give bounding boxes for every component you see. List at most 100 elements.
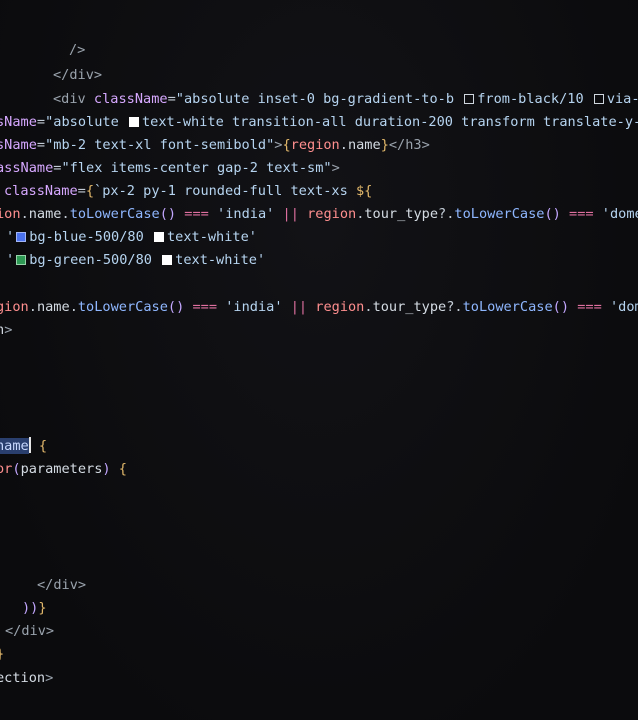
- code-token: >: [331, 160, 340, 176]
- code-line[interactable]: </div>: [5, 621, 54, 641]
- code-token: ||: [282, 206, 308, 222]
- code-token: </div>: [5, 623, 55, 639]
- code-token: .: [69, 299, 78, 315]
- code-token: .: [339, 137, 348, 153]
- color-swatch-icon: [464, 94, 475, 104]
- code-token: name: [28, 206, 62, 222]
- code-token: (: [12, 461, 21, 477]
- code-token: =: [167, 91, 176, 107]
- code-token: ?.: [446, 299, 463, 315]
- code-line[interactable]: name {: [0, 436, 47, 456]
- code-token: <div: [53, 91, 94, 107]
- code-token: {: [30, 438, 48, 454]
- code-line[interactable]: gion.name.toLowerCase() === 'india' || r…: [0, 297, 638, 317]
- code-token: tour_type: [372, 299, 447, 315]
- code-line[interactable]: </div>: [53, 65, 102, 85]
- code-token: </div>: [37, 577, 87, 593]
- code-line[interactable]: sName="mb-2 text-xl font-semibold">{regi…: [0, 135, 430, 155]
- code-token: region: [307, 206, 357, 222]
- code-line[interactable]: ion.name.toLowerCase() === 'india' || re…: [0, 204, 638, 224]
- code-token: (): [544, 206, 570, 222]
- code-token: text-white': [166, 229, 257, 245]
- code-token: ': [6, 252, 15, 268]
- code-token: gion: [0, 299, 29, 315]
- code-token: </h3>: [388, 137, 430, 153]
- code-token: >: [45, 670, 54, 686]
- code-line[interactable]: n>: [0, 320, 12, 340]
- code-token: assName: [0, 160, 54, 176]
- code-token: toLowerCase: [69, 206, 160, 222]
- code-token: (): [552, 299, 578, 315]
- code-line[interactable]: />: [69, 40, 85, 60]
- code-token: =: [77, 183, 86, 199]
- code-token: ===: [577, 299, 610, 315]
- code-token: region: [290, 137, 340, 153]
- code-token: region: [315, 299, 365, 315]
- code-line[interactable]: ))}: [22, 598, 47, 618]
- code-token: {: [85, 183, 95, 199]
- code-token: bg-blue-500/80: [29, 229, 152, 245]
- selected-token: name: [0, 438, 29, 454]
- code-token: text-white': [175, 252, 266, 268]
- code-token: tour_type: [364, 206, 439, 222]
- code-token: 'india': [225, 299, 291, 315]
- code-line[interactable]: sName="absolute text-white transition-al…: [0, 112, 638, 132]
- code-token: (): [159, 206, 185, 222]
- code-token: ?.: [438, 206, 455, 222]
- color-swatch-icon: [162, 255, 173, 265]
- code-token: toLowerCase: [77, 299, 168, 315]
- code-token: >: [4, 322, 13, 338]
- color-swatch-icon: [153, 232, 164, 242]
- code-token: ===: [184, 206, 218, 222]
- code-token: ion: [0, 206, 21, 222]
- code-token: ===: [569, 206, 602, 222]
- code-token: ||: [290, 299, 316, 315]
- code-line[interactable]: className={`px-2 py-1 rounded-full text-…: [4, 181, 372, 201]
- code-token: }: [380, 137, 389, 153]
- code-token: .: [28, 299, 37, 315]
- code-line[interactable]: assName="flex items-center gap-2 text-sm…: [0, 158, 340, 178]
- code-token: ection: [0, 670, 46, 686]
- code-token: className: [4, 183, 78, 199]
- code-token: via-b: [606, 91, 638, 107]
- code-line[interactable]: <div className="absolute inset-0 bg-grad…: [53, 89, 638, 109]
- code-token: className: [93, 91, 168, 107]
- code-token: 'dome: [609, 299, 638, 315]
- code-token: toLowerCase: [462, 299, 553, 315]
- code-token: `px-2 py-1 rounded-full text-xs: [94, 183, 356, 199]
- code-line[interactable]: or(parameters) {: [0, 459, 127, 479]
- code-token: =: [36, 114, 46, 130]
- code-token: from-black/10: [477, 91, 592, 107]
- color-swatch-icon: [128, 117, 139, 127]
- code-token: =: [36, 137, 46, 153]
- code-token: {: [282, 137, 291, 153]
- code-token: (): [167, 299, 193, 315]
- code-token: name: [347, 137, 381, 153]
- code-token: ': [6, 229, 15, 245]
- code-token: "absolute inset-0 bg-gradient-to-b: [175, 91, 463, 107]
- code-line[interactable]: ection>: [0, 668, 53, 688]
- code-token: parameters: [20, 461, 103, 477]
- code-token: ===: [192, 299, 226, 315]
- code-token: "mb-2 text-xl font-semibold": [45, 137, 275, 153]
- code-editor[interactable]: className="object-cover w-full h-full im…: [0, 0, 638, 720]
- code-line[interactable]: }: [0, 644, 4, 664]
- code-line[interactable]: ' bg-blue-500/80 text-white': [6, 227, 257, 247]
- code-token: ): [102, 461, 119, 477]
- color-swatch-icon: [16, 255, 27, 265]
- code-line[interactable]: </div>: [37, 575, 86, 595]
- code-token: />: [69, 42, 86, 58]
- code-token: 'domes: [601, 206, 638, 222]
- code-token: </div>: [53, 67, 103, 83]
- color-swatch-icon: [593, 94, 604, 104]
- code-token: .: [61, 206, 70, 222]
- code-token: .: [364, 299, 373, 315]
- code-line[interactable]: ' bg-green-500/80 text-white': [6, 250, 265, 270]
- code-token: sName: [0, 114, 37, 130]
- color-swatch-icon: [16, 232, 27, 242]
- code-token: {: [118, 461, 127, 477]
- code-token: }: [0, 646, 4, 662]
- code-token: or: [0, 461, 13, 477]
- code-token: text-white transition-all duration-200 t…: [141, 114, 638, 130]
- code-token: )): [22, 600, 39, 616]
